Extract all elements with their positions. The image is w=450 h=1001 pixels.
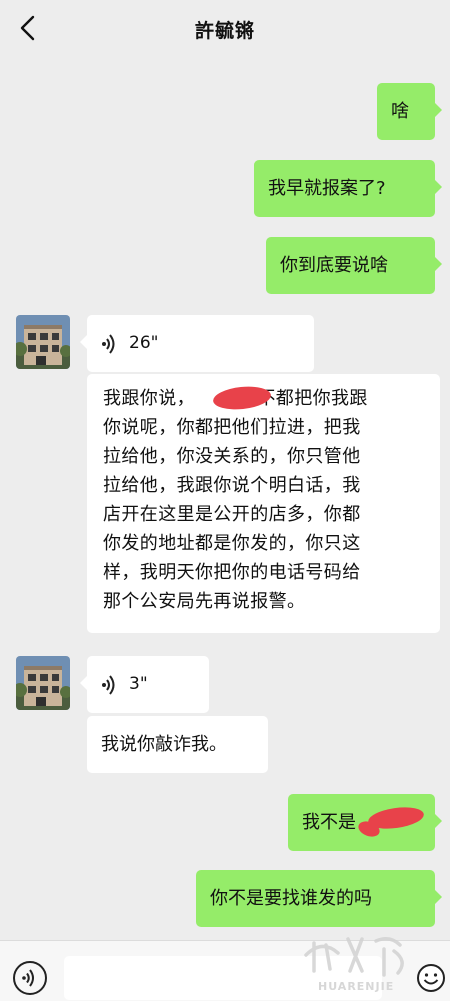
message-line: 样，我明天你把你的电话号码给	[103, 562, 361, 583]
message-text: 你不是要找谁发的吗	[210, 888, 372, 909]
incoming-message[interactable]: 我说你敲诈我。	[87, 716, 268, 773]
message-line: 店开在这里是公开的店多，你都	[103, 504, 361, 525]
contact-avatar[interactable]	[16, 315, 70, 369]
building-photo	[16, 315, 70, 369]
chat-title: 許毓锵	[194, 19, 255, 42]
chat-header: 許毓锵	[0, 0, 450, 58]
message-line: 拉给他，我跟你说个明白话，我	[103, 475, 361, 496]
message-line: 那个公安局先再说报警。	[103, 591, 306, 612]
voice-input-icon[interactable]	[12, 960, 48, 996]
message-list[interactable]: 啥 我早就报案了? 你到底要说啥 26" 我跟你说， 你不都把你我跟 你说呢，你…	[0, 58, 450, 940]
voice-duration: 3"	[129, 674, 148, 694]
message-line: 拉给他，你没关系的，你只管他	[103, 446, 361, 467]
outgoing-message[interactable]: 啥	[377, 83, 442, 140]
message-line: 你说呢，你都把他们拉进，把我	[103, 417, 361, 438]
voice-icon	[102, 333, 115, 354]
outgoing-message[interactable]: 我早就报案了?	[254, 160, 442, 217]
voice-icon	[102, 674, 115, 695]
outgoing-message[interactable]: 你不是要找谁发的吗	[196, 870, 442, 927]
message-text: 我早就报案了?	[268, 178, 386, 199]
incoming-voice-message[interactable]: 3"	[80, 656, 209, 713]
incoming-voice-message[interactable]: 26"	[80, 315, 314, 372]
incoming-message[interactable]: 我跟你说， 你不都把你我跟 你说呢，你都把他们拉进，把我 拉给他，你没关系的，你只…	[87, 374, 440, 633]
message-text: 我不是	[302, 812, 356, 833]
message-text: 我说你敲诈我。	[101, 734, 227, 755]
emoji-icon[interactable]	[416, 963, 446, 993]
message-input[interactable]	[64, 956, 382, 1000]
outgoing-message[interactable]: 你到底要说啥	[266, 237, 442, 294]
voice-duration: 26"	[129, 333, 159, 353]
outgoing-message[interactable]: 我不是	[288, 794, 442, 851]
watermark-text: HUARENJIE	[318, 980, 395, 993]
message-text: 啥	[391, 101, 409, 122]
message-text: 你到底要说啥	[280, 255, 388, 276]
message-line: 你发的地址都是你发的，你只这	[103, 533, 361, 554]
building-photo	[16, 656, 70, 710]
contact-avatar[interactable]	[16, 656, 70, 710]
chevron-left-icon[interactable]	[14, 13, 44, 43]
